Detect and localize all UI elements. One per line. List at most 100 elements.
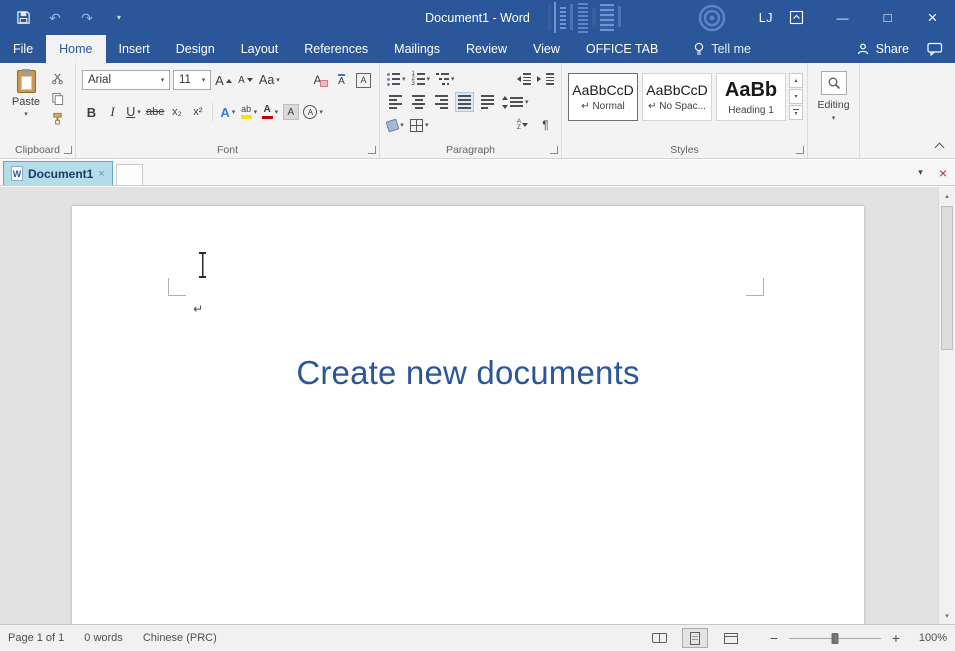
styles-scroll-up-button[interactable]: ▴ (789, 73, 803, 88)
scrollbar-thumb[interactable] (941, 206, 953, 350)
copy-button[interactable] (51, 92, 67, 105)
tab-file[interactable]: File (0, 35, 46, 63)
subscript-button[interactable]: x₂ (167, 102, 186, 122)
shrink-font-button[interactable]: A (236, 70, 255, 90)
clipboard-dialog-launcher[interactable] (64, 146, 72, 154)
zoom-slider[interactable] (789, 632, 881, 645)
numbering-button[interactable]: ▾ (411, 69, 432, 89)
redo-button[interactable]: ↷ (78, 9, 96, 27)
font-size-combobox[interactable]: 11 ▾ (173, 70, 211, 90)
save-button[interactable] (14, 9, 32, 27)
editing-menu-button[interactable]: Editing ▾ (812, 67, 855, 122)
numbered-list-icon (412, 73, 425, 86)
cut-button[interactable] (51, 72, 67, 85)
multilevel-list-button[interactable]: ▾ (435, 69, 456, 89)
grow-font-button[interactable]: A (214, 70, 233, 90)
tab-references[interactable]: References (291, 35, 381, 63)
zoom-in-button[interactable]: + (890, 630, 902, 646)
web-layout-button[interactable] (718, 628, 744, 648)
show-hide-marks-button[interactable]: ¶ (536, 115, 555, 135)
paste-button[interactable]: Paste ▾ (5, 67, 47, 142)
style-heading-1[interactable]: AaBb Heading 1 (716, 73, 786, 121)
tell-me-button[interactable]: Tell me (693, 35, 751, 63)
align-left-button[interactable] (386, 92, 405, 112)
character-border-button[interactable]: A (354, 70, 373, 90)
tab-close-icon[interactable]: × (98, 168, 104, 180)
text-highlight-button[interactable]: ab▾ (239, 102, 258, 122)
font-dialog-launcher[interactable] (368, 146, 376, 154)
word-count[interactable]: 0 words (74, 625, 133, 651)
zoom-slider-thumb[interactable] (832, 633, 839, 644)
comments-button[interactable] (927, 42, 943, 56)
font-name-combobox[interactable]: Arial ▾ (82, 70, 170, 90)
print-layout-button[interactable] (682, 628, 708, 648)
tab-review[interactable]: Review (453, 35, 520, 63)
ribbon-display-options-button[interactable] (789, 10, 804, 25)
new-document-tab[interactable] (116, 164, 143, 185)
styles-dialog-launcher[interactable] (796, 146, 804, 154)
paragraph-dialog-launcher[interactable] (550, 146, 558, 154)
page[interactable]: ↵ Create new documents (72, 206, 864, 624)
shading-button[interactable]: ▾ (386, 115, 405, 135)
page-indicator[interactable]: Page 1 of 1 (8, 625, 74, 651)
tab-view[interactable]: View (520, 35, 573, 63)
tab-layout[interactable]: Layout (228, 35, 292, 63)
scroll-up-button[interactable]: ▴ (939, 187, 955, 204)
underline-button[interactable]: U▾ (124, 102, 143, 122)
phonetic-guide-button[interactable]: A (332, 70, 351, 90)
tab-list-dropdown[interactable]: ▾ (918, 167, 923, 178)
account-user-initials[interactable]: LJ (759, 11, 773, 25)
decrease-indent-icon (514, 73, 531, 85)
share-button[interactable]: Share (856, 42, 909, 56)
language-indicator[interactable]: Chinese (PRC) (133, 625, 227, 651)
styles-group-label: Styles (670, 144, 699, 156)
collapse-ribbon-button[interactable] (936, 142, 945, 151)
style-no-spacing[interactable]: AaBbCcD ↵ No Spac... (642, 73, 712, 121)
styles-scroll-down-button[interactable]: ▾ (789, 89, 803, 104)
italic-button[interactable]: I (103, 102, 122, 122)
align-center-button[interactable] (409, 92, 428, 112)
tab-design[interactable]: Design (163, 35, 228, 63)
undo-button[interactable]: ↶ (46, 9, 64, 27)
text-effects-icon: A (220, 105, 229, 120)
align-right-button[interactable] (432, 92, 451, 112)
change-case-button[interactable]: Aa▾ (258, 70, 281, 90)
styles-more-button[interactable]: ▾ (789, 105, 803, 120)
read-mode-button[interactable] (646, 628, 672, 648)
line-spacing-button[interactable]: ▾ (501, 92, 530, 112)
character-shading-button[interactable]: A (281, 102, 300, 122)
minimize-button[interactable]: — (820, 0, 865, 35)
distribute-button[interactable] (478, 92, 497, 112)
justify-button[interactable] (455, 92, 474, 112)
enclose-characters-button[interactable]: A▾ (302, 102, 324, 122)
chevron-down-icon: ▾ (117, 13, 121, 22)
strikethrough-button[interactable]: abe (145, 102, 165, 122)
text-effects-button[interactable]: A▾ (218, 102, 237, 122)
zoom-out-button[interactable]: − (768, 630, 780, 646)
sort-button[interactable]: AZ (513, 115, 532, 135)
tabbar-close-button[interactable]: × (939, 166, 947, 180)
style-normal[interactable]: AaBbCcD ↵ Normal (568, 73, 638, 121)
font-color-button[interactable]: A▾ (260, 102, 279, 122)
borders-button[interactable]: ▾ (409, 115, 430, 135)
zoom-percentage[interactable]: 100% (911, 632, 947, 644)
bullets-button[interactable]: ▾ (386, 69, 407, 89)
tab-insert[interactable]: Insert (106, 35, 163, 63)
maximize-button[interactable]: □ (865, 0, 910, 35)
tab-home[interactable]: Home (46, 35, 105, 63)
superscript-button[interactable]: x² (188, 102, 207, 122)
justify-icon (458, 95, 471, 108)
decrease-indent-button[interactable] (513, 69, 532, 89)
bold-button[interactable]: B (82, 102, 101, 122)
customize-qat-button[interactable]: ▾ (110, 9, 128, 27)
close-button[interactable]: × (910, 0, 955, 35)
scroll-down-button[interactable]: ▾ (939, 607, 955, 624)
document-tab[interactable]: W Document1 × (3, 161, 113, 185)
increase-indent-button[interactable] (536, 69, 555, 89)
clear-formatting-button[interactable]: A (310, 70, 329, 90)
tab-office-tab[interactable]: OFFICE TAB (573, 35, 671, 63)
vertical-scrollbar[interactable]: ▴ ▾ (938, 187, 955, 624)
format-painter-button[interactable] (51, 112, 67, 125)
tab-mailings[interactable]: Mailings (381, 35, 453, 63)
scissors-icon (51, 72, 64, 85)
